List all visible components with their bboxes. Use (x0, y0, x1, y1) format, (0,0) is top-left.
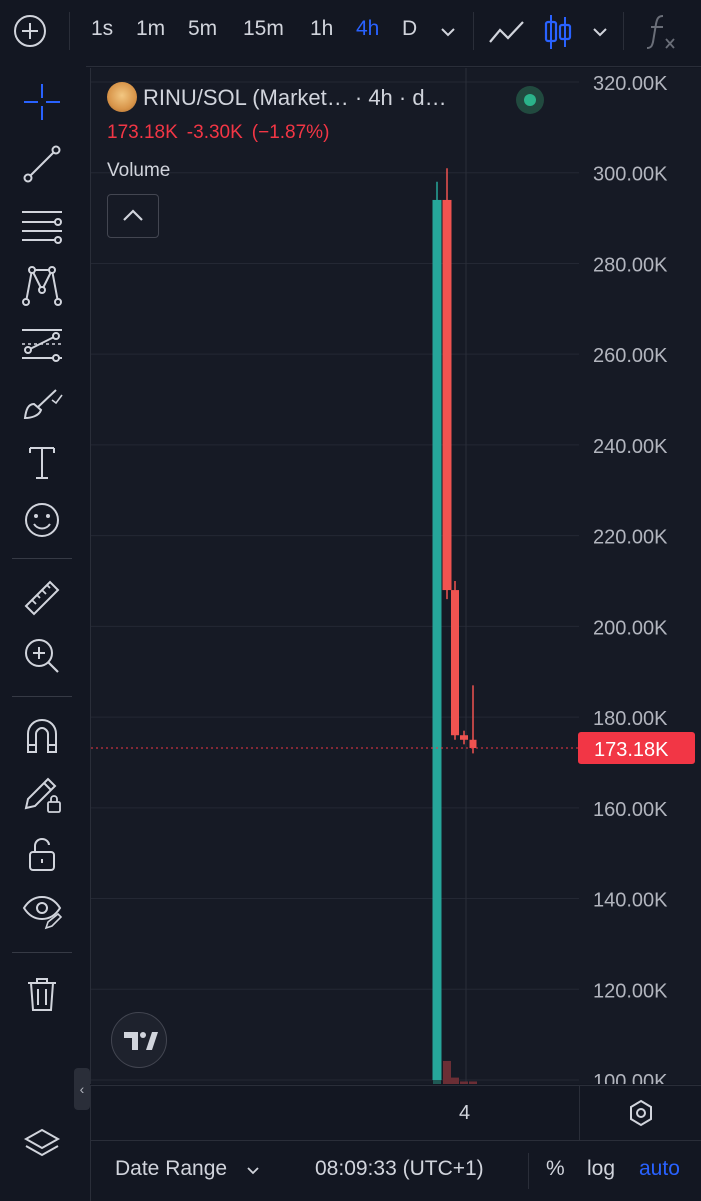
chart-pane[interactable]: 320.00K 300.00K 280.00K 260.00K 240.00K 220.0… (90, 68, 701, 1084)
trash-icon[interactable] (20, 972, 64, 1016)
y-axis-tick-label: 200.00K (593, 617, 668, 639)
chart-type-dropdown-chevron-icon[interactable] (590, 22, 610, 47)
y-axis-tick-label: 100.00K (593, 1071, 668, 1084)
y-axis-tick-label: 260.00K (593, 345, 668, 367)
clock-timezone[interactable]: 08:09:33 (UTC+1) (315, 1157, 484, 1181)
zoom-in-icon[interactable] (20, 634, 64, 678)
price-change-value: -3.30K (186, 122, 243, 143)
magnet-icon[interactable] (20, 714, 64, 758)
add-symbol-icon[interactable] (13, 14, 47, 53)
top-toolbar: 1s 1m 5m 15m 1h 4h D (0, 0, 701, 67)
y-axis-tick-label: 180.00K (593, 708, 668, 730)
brush-icon[interactable] (20, 382, 64, 426)
last-price-value: 173.18K (107, 122, 178, 143)
bottom-bar: Date Range 08:09:33 (UTC+1) % log auto (90, 1140, 701, 1201)
pattern-tool-icon[interactable] (20, 264, 64, 308)
fib-retracement-icon[interactable] (20, 204, 64, 248)
drawing-toolbar (0, 66, 86, 1200)
interval-5m[interactable]: 5m (188, 17, 217, 41)
volume-indicator-label[interactable]: Volume (107, 160, 170, 182)
tradingview-logo[interactable] (111, 1012, 167, 1068)
current-price-label: 173.18K (594, 739, 669, 761)
y-axis-tick-label: 140.00K (593, 890, 668, 912)
time-axis[interactable]: 4 (90, 1085, 701, 1140)
lock-drawings-pencil-icon[interactable] (20, 772, 64, 816)
text-tool-icon[interactable] (20, 440, 64, 484)
date-range-chevron-icon[interactable] (245, 1162, 261, 1183)
y-axis-tick-label: 160.00K (593, 799, 668, 821)
forecast-tool-icon[interactable] (20, 322, 64, 366)
interval-15m[interactable]: 15m (243, 17, 284, 41)
y-axis-tick-label: 280.00K (593, 254, 668, 276)
price-change-percent: (−1.87%) (251, 122, 330, 143)
volume-bar (451, 1077, 459, 1084)
hide-drawings-eye-icon[interactable] (20, 888, 64, 932)
emoji-icon[interactable] (20, 498, 64, 542)
symbol-title[interactable]: RINU/SOL (Market… · 4h · d… (143, 85, 447, 111)
unlock-icon[interactable] (20, 832, 64, 876)
log-scale-toggle[interactable]: log (587, 1157, 615, 1181)
volume-bar (443, 1060, 451, 1084)
layers-icon[interactable] (20, 1124, 64, 1168)
y-axis-tick-label: 300.00K (593, 164, 668, 186)
auto-scale-toggle[interactable]: auto (639, 1157, 680, 1181)
token-logo (107, 82, 137, 112)
trend-line-icon[interactable] (20, 142, 64, 186)
interval-d[interactable]: D (402, 17, 417, 41)
legend-collapse-button[interactable] (107, 194, 159, 238)
price-chart[interactable]: 320.00K 300.00K 280.00K 260.00K 240.00K 220.0… (91, 68, 701, 1084)
tradingview-logo-icon (124, 1032, 158, 1050)
candle-body (451, 590, 459, 736)
y-axis-tick-label: 120.00K (593, 980, 668, 1002)
price-legend: 173.18K -3.30K (−1.87%) (107, 122, 338, 144)
market-status-indicator[interactable] (516, 86, 544, 114)
candlestick-chart-icon[interactable] (543, 13, 573, 56)
collapse-toolbar-tab[interactable]: ‹ (74, 1068, 90, 1110)
indicators-fx-icon[interactable] (645, 12, 681, 57)
interval-dropdown-chevron-icon[interactable] (438, 22, 458, 47)
ruler-measure-icon[interactable] (20, 576, 64, 620)
line-chart-icon[interactable] (487, 16, 527, 53)
interval-1m[interactable]: 1m (136, 17, 165, 41)
candle-body (460, 735, 468, 740)
date-range-button[interactable]: Date Range (115, 1157, 227, 1181)
y-axis-tick-label: 220.00K (593, 527, 668, 549)
interval-4h[interactable]: 4h (356, 17, 379, 41)
y-axis-tick-label: 320.00K (593, 73, 668, 95)
candle-body (432, 199, 442, 1081)
y-axis-tick-label: 240.00K (593, 436, 668, 458)
interval-1s[interactable]: 1s (91, 17, 113, 41)
volume-bar (460, 1081, 468, 1084)
interval-1h[interactable]: 1h (310, 17, 333, 41)
volume-bar (469, 1081, 477, 1084)
chart-settings-gear-icon[interactable] (627, 1099, 655, 1132)
candle-body (442, 199, 452, 591)
crosshair-icon[interactable] (20, 80, 64, 124)
time-axis-label: 4 (459, 1102, 471, 1124)
chevron-up-icon (123, 209, 143, 221)
candle-body (469, 739, 477, 749)
percent-scale-toggle[interactable]: % (546, 1157, 565, 1181)
